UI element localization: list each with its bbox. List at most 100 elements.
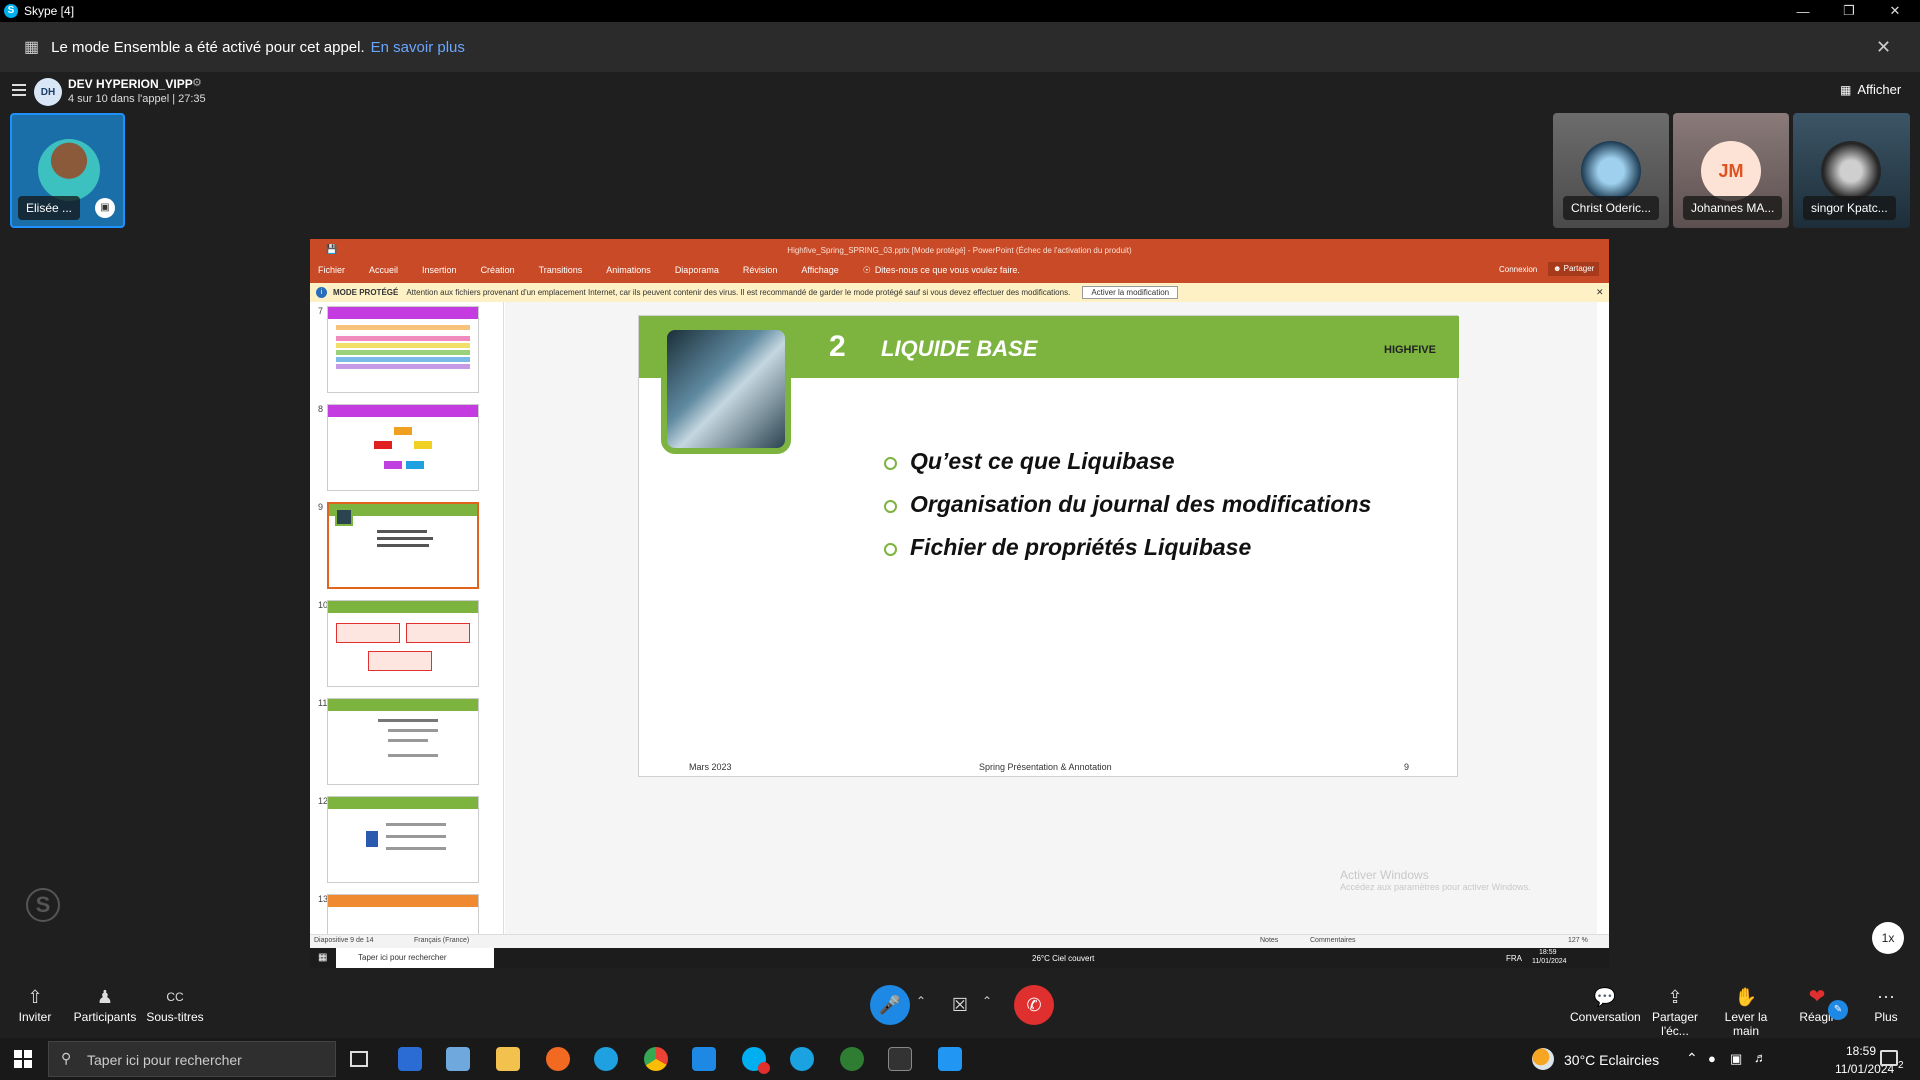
camera-options-chevron-icon[interactable]: ⌃ bbox=[982, 994, 992, 1008]
restore-icon[interactable]: ❐ bbox=[1826, 0, 1872, 22]
zoom-level[interactable]: 127 % bbox=[1568, 937, 1588, 944]
taskbar-search-box[interactable]: ⚲ Taper ici pour rechercher bbox=[48, 1041, 336, 1077]
ppt-tab[interactable]: Affichage bbox=[801, 265, 838, 276]
edit-pencil-icon[interactable]: ✎ bbox=[1828, 1000, 1848, 1020]
afficher-button[interactable]: ▦ Afficher bbox=[1840, 82, 1901, 97]
ppt-tab[interactable]: Diaporama bbox=[675, 265, 719, 276]
camera-off-button[interactable]: ☒ bbox=[940, 985, 980, 1025]
slide-thumbnail[interactable] bbox=[327, 698, 479, 785]
tray-chevron-icon[interactable]: ⌃ bbox=[1686, 1050, 1698, 1067]
share-screen-button[interactable]: ⇪ Partager l'éc... bbox=[1640, 984, 1710, 1038]
chrome-icon[interactable] bbox=[644, 1047, 668, 1071]
hs-app-icon[interactable] bbox=[840, 1047, 864, 1071]
tell-me-input[interactable]: Dites-nous ce que vous voulez faire. bbox=[875, 265, 1020, 276]
ppt-status-bar: Diapositive 9 de 14 Français (France) No… bbox=[310, 934, 1609, 948]
activate-windows-watermark: Activer Windows Accédez aux paramètres p… bbox=[1340, 868, 1531, 892]
app-icon[interactable] bbox=[446, 1047, 470, 1071]
inner-date: 11/01/2024 bbox=[1532, 958, 1567, 965]
participants-label: Participants bbox=[73, 1010, 137, 1024]
ppt-tab[interactable]: Accueil bbox=[369, 265, 398, 276]
volume-icon[interactable]: ♬ bbox=[1754, 1050, 1767, 1065]
terminal-icon[interactable] bbox=[888, 1047, 912, 1071]
slide-thumbnail[interactable] bbox=[327, 894, 479, 934]
slide-thumbnail[interactable] bbox=[327, 404, 479, 491]
slide-footer-number: 9 bbox=[1404, 762, 1410, 772]
person-icon: ☻ bbox=[1553, 264, 1564, 273]
subtitles-label: Sous-titres bbox=[146, 1010, 204, 1024]
taskbar-weather[interactable]: 30°C Eclaircies bbox=[1564, 1052, 1659, 1068]
task-view-icon[interactable] bbox=[350, 1051, 368, 1067]
ppt-connexion[interactable]: Connexion bbox=[1499, 265, 1537, 274]
ppt-tab[interactable]: Insertion bbox=[422, 265, 457, 276]
ppt-share-button[interactable]: ☻ Partager bbox=[1548, 262, 1600, 276]
vscode-icon[interactable] bbox=[692, 1047, 716, 1071]
current-slide[interactable]: 2 LIQUIDE BASE HIGHFIVE Qu’est ce que Li… bbox=[638, 315, 1459, 777]
slide-thumbnail[interactable] bbox=[327, 600, 479, 687]
self-video-tile[interactable]: Elisée ... ▣ bbox=[10, 113, 125, 228]
participant-tile[interactable]: singor Kpatc... bbox=[1793, 113, 1910, 228]
speed-button[interactable]: 1x bbox=[1872, 922, 1904, 954]
mic-tray-icon[interactable]: ● bbox=[1708, 1051, 1716, 1066]
inner-start-icon: ▦ bbox=[318, 952, 328, 963]
invite-button[interactable]: ⇧ Inviter bbox=[10, 984, 60, 1024]
minimize-icon[interactable]: — bbox=[1780, 0, 1826, 22]
comments-button[interactable]: Commentaires bbox=[1310, 937, 1356, 944]
hang-up-button[interactable]: ✆ bbox=[1014, 985, 1054, 1025]
notes-button[interactable]: Notes bbox=[1260, 937, 1278, 944]
file-explorer-icon[interactable] bbox=[496, 1047, 520, 1071]
ppt-window-title: Highfive_Spring_SPRING_03.pptx [Mode pro… bbox=[787, 246, 1132, 255]
slide-thumbnail[interactable] bbox=[327, 306, 479, 393]
participant-tile[interactable]: JM Johannes MA... bbox=[1673, 113, 1789, 228]
app-icon[interactable] bbox=[790, 1047, 814, 1071]
slide-counter: Diapositive 9 de 14 bbox=[314, 937, 374, 944]
conversation-label: Conversation bbox=[1570, 1010, 1641, 1024]
ppt-tab[interactable]: Création bbox=[481, 265, 515, 276]
slide-thumbnail[interactable] bbox=[327, 796, 479, 883]
more-button[interactable]: ⋯ Plus bbox=[1866, 984, 1906, 1024]
group-avatar[interactable]: DH bbox=[34, 78, 62, 106]
windows-start-icon[interactable] bbox=[14, 1050, 32, 1068]
hamburger-menu-icon[interactable] bbox=[12, 84, 26, 96]
taskbar-time[interactable]: 18:59 bbox=[1846, 1044, 1876, 1058]
ellipsis-icon: ⋯ bbox=[1877, 987, 1895, 1007]
photos-icon[interactable] bbox=[938, 1047, 962, 1071]
skype-watermark-icon: S bbox=[26, 888, 60, 922]
microphone-button[interactable]: 🎤 bbox=[870, 985, 910, 1025]
participants-button[interactable]: ♟ Participants bbox=[72, 984, 138, 1024]
share-screen-icon: ⇪ bbox=[1667, 987, 1683, 1007]
grid-icon: ▦ bbox=[1840, 82, 1852, 97]
banner-message: Le mode Ensemble a été activé pour cet a… bbox=[51, 38, 365, 56]
slide-bullets: Qu’est ce que Liquibase Organisation du … bbox=[884, 446, 1404, 575]
ppt-tab[interactable]: Révision bbox=[743, 265, 778, 276]
highfive-logo: HIGHFIVE bbox=[1384, 344, 1436, 356]
learn-more-link[interactable]: En savoir plus bbox=[371, 39, 465, 56]
raise-hand-button[interactable]: ✋ Lever la main bbox=[1710, 984, 1782, 1038]
slide-thumbnail-selected[interactable] bbox=[327, 502, 479, 589]
slide-section-number: 2 bbox=[829, 330, 846, 363]
enable-editing-button[interactable]: Activer la modification bbox=[1082, 286, 1179, 299]
firefox-icon[interactable] bbox=[546, 1047, 570, 1071]
edge-icon[interactable] bbox=[594, 1047, 618, 1071]
screen-share-icon[interactable]: ▣ bbox=[95, 198, 115, 218]
taskbar-search-placeholder: Taper ici pour rechercher bbox=[87, 1052, 242, 1068]
inner-lang: FRA bbox=[1506, 954, 1522, 963]
notifications-icon[interactable] bbox=[1880, 1050, 1898, 1066]
subtitles-button[interactable]: CC Sous-titres bbox=[145, 984, 205, 1024]
participant-tile[interactable]: Christ Oderic... bbox=[1553, 113, 1669, 228]
calculator-icon[interactable] bbox=[398, 1047, 422, 1071]
ppt-tab[interactable]: Transitions bbox=[539, 265, 583, 276]
close-window-icon[interactable]: ✕ bbox=[1872, 0, 1918, 22]
protected-close-icon[interactable]: ✕ bbox=[1596, 287, 1604, 298]
mic-options-chevron-icon[interactable]: ⌃ bbox=[916, 994, 926, 1008]
hand-icon: ✋ bbox=[1734, 987, 1758, 1007]
conversation-button[interactable]: 💬 Conversation bbox=[1570, 984, 1641, 1024]
language-status[interactable]: Français (France) bbox=[414, 937, 469, 944]
together-mode-icon: ▦ bbox=[24, 39, 40, 56]
protected-message: Attention aux fichiers provenant d'un em… bbox=[406, 288, 1071, 297]
group-name[interactable]: DEV HYPERION_VIPP bbox=[68, 77, 193, 91]
settings-gear-icon[interactable]: ⚙ bbox=[192, 76, 202, 89]
network-icon[interactable]: ▣ bbox=[1730, 1051, 1742, 1067]
banner-close-icon[interactable]: ✕ bbox=[1876, 37, 1891, 58]
ppt-tab[interactable]: Fichier bbox=[318, 265, 345, 276]
ppt-tab[interactable]: Animations bbox=[606, 265, 651, 276]
